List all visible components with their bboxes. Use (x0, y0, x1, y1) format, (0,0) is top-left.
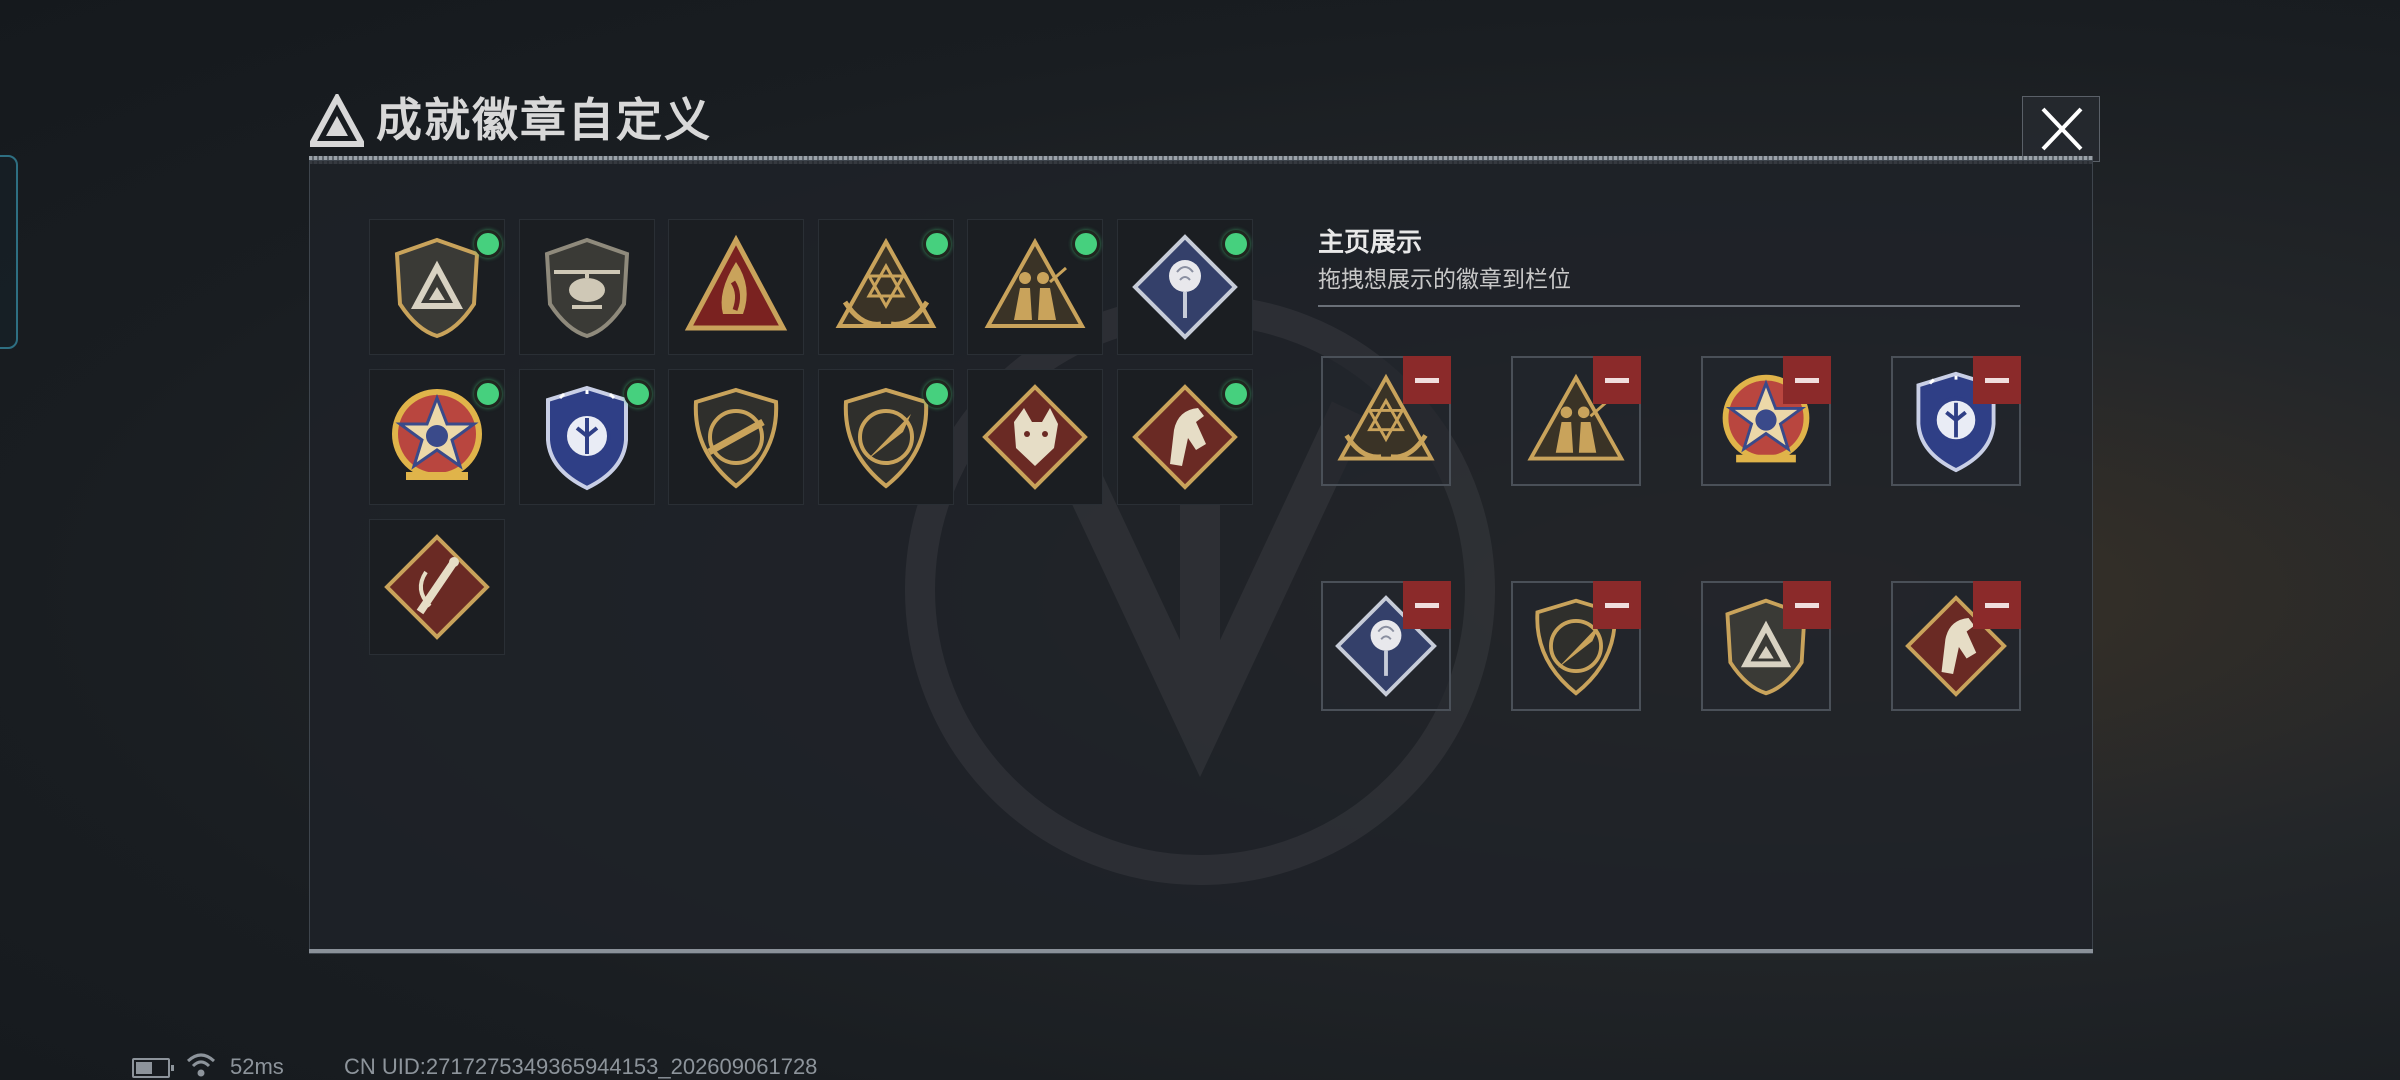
owned-indicator-dot (474, 380, 502, 408)
showcase-slot[interactable] (1891, 356, 2021, 486)
badge-slot[interactable] (668, 219, 804, 355)
showcase-slot[interactable] (1701, 356, 1831, 486)
ping-text: 52ms (230, 1054, 284, 1079)
showcase-slot[interactable] (1321, 356, 1451, 486)
side-tab-edge[interactable] (0, 155, 18, 349)
section-divider (1318, 305, 2020, 307)
badge-slot[interactable] (369, 519, 505, 655)
badge-slot[interactable] (518, 219, 655, 355)
showcase-slot[interactable] (1321, 581, 1451, 711)
window-title: 成就徽章自定义 (376, 93, 712, 147)
badge-slot[interactable] (1116, 219, 1253, 355)
badge-slot[interactable] (518, 369, 655, 505)
rifle-shield-badge-icon (693, 387, 779, 489)
badge-slot[interactable] (817, 369, 954, 505)
wolf-diamond-badge-icon (982, 384, 1088, 490)
owned-indicator-dot (474, 230, 502, 258)
helicopter-badge-icon (544, 237, 629, 339)
owned-indicator-dot (1221, 380, 1250, 408)
showcase-slot[interactable] (1511, 356, 1641, 486)
remove-badge-button[interactable] (1593, 581, 1641, 629)
panel-bottom-border (309, 949, 2093, 953)
badge-slot[interactable] (369, 369, 505, 505)
window-header: 成就徽章自定义 (300, 88, 2095, 160)
owned-indicator-dot (1221, 230, 1250, 258)
showcase-title: 主页展示 (1318, 228, 1423, 258)
owned-indicator-dot (922, 380, 951, 408)
flame-triangle-badge-icon (684, 234, 788, 331)
badge-slot[interactable] (817, 219, 954, 355)
badge-slot[interactable] (967, 369, 1103, 505)
owned-indicator-dot (1072, 230, 1100, 258)
battery-icon (132, 1058, 174, 1078)
scroll-diamond-badge-icon (384, 534, 490, 640)
owned-indicator-dot (623, 380, 652, 408)
remove-badge-button[interactable] (1593, 356, 1641, 404)
uid-text: CN UID:2717275349365944153_202609061728 (344, 1054, 818, 1079)
owned-indicator-dot (922, 230, 951, 258)
close-button[interactable] (2022, 96, 2100, 162)
wifi-icon (186, 1053, 216, 1077)
remove-badge-button[interactable] (1973, 581, 2021, 629)
remove-badge-button[interactable] (1403, 356, 1451, 404)
badge-slot[interactable] (967, 219, 1103, 355)
showcase-slot[interactable] (1701, 581, 1831, 711)
showcase-slot[interactable] (1891, 581, 2021, 711)
remove-badge-button[interactable] (1973, 356, 2021, 404)
badge-slot[interactable] (668, 369, 804, 505)
badge-slot[interactable] (1116, 369, 1253, 505)
badge-slot[interactable] (369, 219, 505, 355)
remove-badge-button[interactable] (1403, 581, 1451, 629)
game-logo-icon (310, 94, 364, 147)
showcase-subtitle: 拖拽想展示的徽章到栏位 (1318, 267, 1571, 293)
showcase-slot[interactable] (1511, 581, 1641, 711)
close-icon (2041, 107, 2083, 151)
remove-badge-button[interactable] (1783, 581, 1831, 629)
remove-badge-button[interactable] (1783, 356, 1831, 404)
